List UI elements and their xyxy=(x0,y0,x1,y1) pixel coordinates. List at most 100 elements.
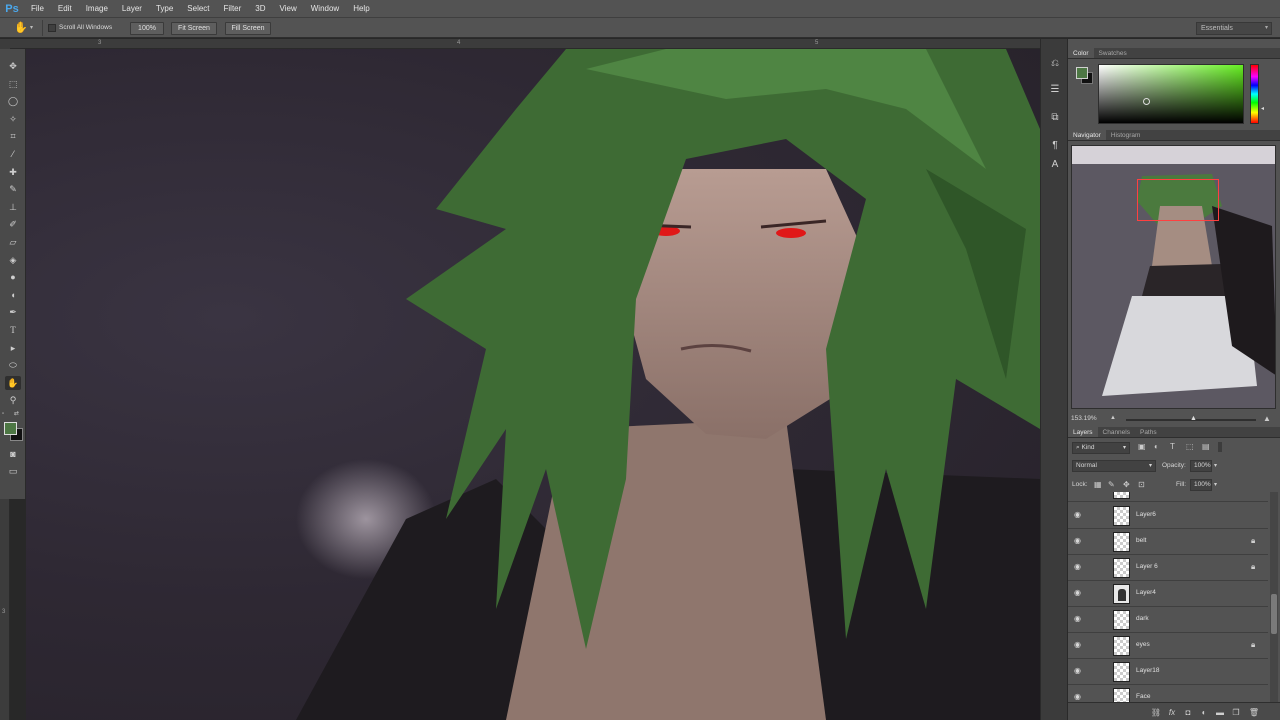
filter-pixel-icon[interactable]: ▣ xyxy=(1138,442,1148,452)
tab-navigator[interactable]: Navigator xyxy=(1068,130,1106,140)
menu-select[interactable]: Select xyxy=(180,0,216,17)
quick-mask-icon[interactable]: ◙ xyxy=(5,447,21,461)
layer-name[interactable]: eyes xyxy=(1136,641,1150,648)
layer-row-layer6[interactable]: ◉ Layer6 xyxy=(1068,503,1268,529)
blend-mode-select[interactable]: Normal ▾ xyxy=(1072,460,1156,472)
zoom-100-button[interactable]: 100% xyxy=(130,22,164,35)
filter-smart-object-icon[interactable]: ▤ xyxy=(1202,442,1212,452)
tab-swatches[interactable]: Swatches xyxy=(1094,48,1132,58)
document-canvas[interactable] xyxy=(26,49,1040,720)
history-panel-icon[interactable]: ⎌ xyxy=(1047,55,1063,71)
color-panel-foreground-swatch[interactable] xyxy=(1076,67,1088,79)
lock-all-icon[interactable]: ⊡ xyxy=(1138,480,1145,489)
layer-filter-select[interactable]: ⌕ Kind ▾ xyxy=(1072,442,1130,454)
layer-row-layer4[interactable]: ◉ Layer4 xyxy=(1068,581,1268,607)
navigator-view-frame[interactable] xyxy=(1137,179,1219,221)
ellipse-tool-icon[interactable]: ⬭ xyxy=(5,358,21,372)
fill-dropdown-icon[interactable]: ▾ xyxy=(1214,479,1217,491)
filter-type-icon[interactable]: T xyxy=(1170,442,1180,452)
dodge-tool-icon[interactable]: ◖ xyxy=(5,288,21,302)
color-picker-field[interactable] xyxy=(1098,64,1244,124)
visibility-eye-icon[interactable]: ◉ xyxy=(1074,641,1084,649)
visibility-eye-icon[interactable]: ◉ xyxy=(1074,563,1084,571)
filter-adjustment-icon[interactable]: ◐ xyxy=(1154,442,1164,452)
menu-window[interactable]: Window xyxy=(304,0,346,17)
layer-name[interactable]: Face xyxy=(1136,693,1150,700)
lock-image-icon[interactable]: ✎ xyxy=(1108,480,1115,489)
layer-name[interactable]: Layer4 xyxy=(1136,589,1156,596)
eraser-tool-icon[interactable]: ▱ xyxy=(5,235,21,249)
filter-toggle[interactable] xyxy=(1218,442,1222,452)
menu-3d[interactable]: 3D xyxy=(248,0,272,17)
layer-name[interactable]: Layer 6 xyxy=(1136,563,1158,570)
navigator-zoom-slider-thumb[interactable]: ▲ xyxy=(1190,415,1197,422)
type-tool-icon[interactable]: T xyxy=(5,323,21,337)
visibility-eye-icon[interactable]: ◉ xyxy=(1074,615,1084,623)
clone-stamp-tool-icon[interactable]: ⊥ xyxy=(5,200,21,214)
opacity-input[interactable]: 100% xyxy=(1190,460,1212,472)
history-brush-tool-icon[interactable]: ✐ xyxy=(5,217,21,231)
layer-row-layer18[interactable]: ◉ Layer18 xyxy=(1068,659,1268,685)
zoom-in-icon[interactable]: ▲ xyxy=(1263,414,1271,423)
new-layer-icon[interactable]: ❐ xyxy=(1230,706,1242,718)
crop-tool-icon[interactable]: ⌗ xyxy=(5,129,21,143)
fill-input[interactable]: 100% xyxy=(1190,479,1212,491)
hue-slider-marker[interactable]: ◂ xyxy=(1261,105,1264,112)
swap-colors-icon[interactable]: ⇄ xyxy=(14,411,22,417)
menu-image[interactable]: Image xyxy=(79,0,115,17)
visibility-eye-icon[interactable]: ◉ xyxy=(1074,511,1084,519)
foreground-color-swatch[interactable] xyxy=(4,422,17,435)
healing-brush-tool-icon[interactable]: ✚ xyxy=(5,165,21,179)
tab-layers[interactable]: Layers xyxy=(1068,427,1098,437)
menu-help[interactable]: Help xyxy=(346,0,376,17)
ruler-top[interactable]: 3 4 5 xyxy=(10,39,1040,49)
default-colors-icon[interactable]: ▫ xyxy=(2,411,8,417)
paint-bucket-tool-icon[interactable]: ◈ xyxy=(5,253,21,267)
link-layers-icon[interactable]: ⛓ xyxy=(1150,706,1162,718)
menu-view[interactable]: View xyxy=(273,0,304,17)
brush-tool-icon[interactable]: ✎ xyxy=(5,182,21,196)
screen-mode-icon[interactable]: ▭ xyxy=(5,464,21,478)
layer-name[interactable]: Layer6 xyxy=(1136,511,1156,518)
ruler-origin[interactable] xyxy=(0,39,10,49)
opacity-dropdown-icon[interactable]: ▾ xyxy=(1214,460,1217,472)
tab-color[interactable]: Color xyxy=(1068,48,1094,58)
menu-edit[interactable]: Edit xyxy=(51,0,79,17)
add-mask-icon[interactable]: ◘ xyxy=(1182,706,1194,718)
paragraph-panel-icon[interactable]: ¶ xyxy=(1047,137,1063,153)
character-panel-icon[interactable]: A xyxy=(1047,156,1063,172)
lock-position-icon[interactable]: ✥ xyxy=(1123,480,1130,489)
tool-preset-dropdown-icon[interactable]: ▾ xyxy=(30,22,33,35)
layer-name[interactable]: Layer18 xyxy=(1136,667,1160,674)
zoom-tool-icon[interactable]: ⚲ xyxy=(5,393,21,407)
lock-transparent-icon[interactable]: ▦ xyxy=(1094,480,1102,489)
layer-row-layer-6[interactable]: ◉ Layer 6 🔒︎ xyxy=(1068,555,1268,581)
layers-list[interactable]: ◉ Layer6 ◉ belt 🔒︎ ◉ Layer 6 🔒︎ ◉ Layer4… xyxy=(1068,492,1268,702)
menu-filter[interactable]: Filter xyxy=(217,0,249,17)
menu-layer[interactable]: Layer xyxy=(115,0,149,17)
tab-histogram[interactable]: Histogram xyxy=(1106,130,1146,140)
fit-screen-button[interactable]: Fit Screen xyxy=(171,22,217,35)
adjustment-layer-icon[interactable]: ◐ xyxy=(1198,706,1210,718)
visibility-eye-icon[interactable]: ◉ xyxy=(1074,537,1084,545)
visibility-eye-icon[interactable]: ◉ xyxy=(1074,589,1084,597)
properties-panel-icon[interactable]: ☰ xyxy=(1047,81,1063,97)
tab-paths[interactable]: Paths xyxy=(1135,427,1162,437)
blur-tool-icon[interactable]: ● xyxy=(5,270,21,284)
layer-row-dark[interactable]: ◉ dark xyxy=(1068,607,1268,633)
hue-slider[interactable] xyxy=(1250,64,1259,124)
hand-tool-icon[interactable]: ✋ xyxy=(5,376,21,390)
layer-row-belt[interactable]: ◉ belt 🔒︎ xyxy=(1068,529,1268,555)
new-group-icon[interactable]: ▬ xyxy=(1214,706,1226,718)
layer-name[interactable]: belt xyxy=(1136,537,1146,544)
menu-file[interactable]: File xyxy=(24,0,51,17)
delete-layer-icon[interactable]: 🗑︎ xyxy=(1248,706,1260,718)
scroll-all-windows-checkbox[interactable] xyxy=(48,24,56,32)
layer-style-icon[interactable]: fx xyxy=(1166,706,1178,718)
lasso-tool-icon[interactable]: ◯ xyxy=(5,94,21,108)
navigator-preview[interactable] xyxy=(1071,145,1276,409)
menu-type[interactable]: Type xyxy=(149,0,180,17)
filter-shape-icon[interactable]: ⬚ xyxy=(1186,442,1196,452)
zoom-out-icon[interactable]: ▲ xyxy=(1110,415,1116,421)
quick-selection-tool-icon[interactable]: ✧ xyxy=(5,112,21,126)
